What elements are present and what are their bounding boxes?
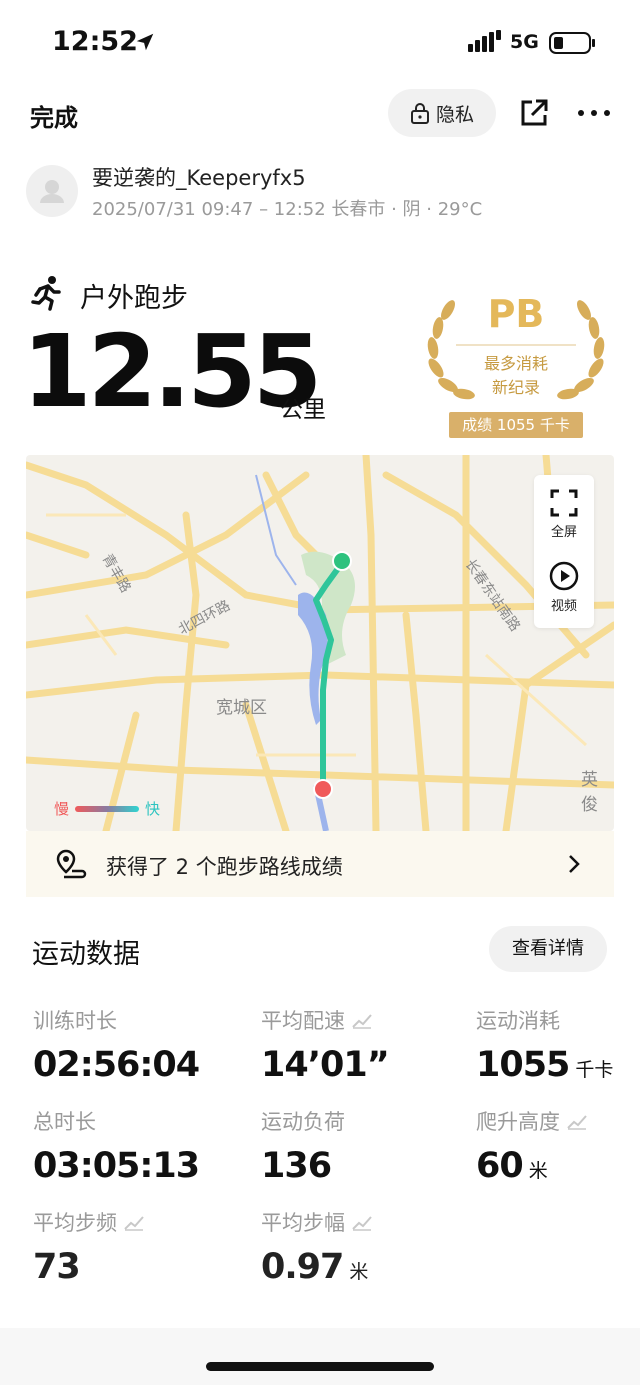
pb-record-type: 最多消耗 xyxy=(483,354,548,373)
network-type: 5G xyxy=(510,31,539,53)
stat-value: 14’01” xyxy=(261,1045,390,1085)
stat-average-stride[interactable]: 平均步幅 0.97 米 xyxy=(261,1207,373,1287)
map-label-district: 宽城区 xyxy=(216,698,267,718)
stat-value: 03:05:13 xyxy=(33,1146,200,1186)
route-pin-icon xyxy=(56,849,87,879)
lock-icon xyxy=(410,103,429,124)
route-achievement-banner[interactable]: 获得了 2 个跑步路线成绩 xyxy=(26,831,614,897)
trend-icon xyxy=(124,1216,144,1231)
pb-badge[interactable]: PB 最多消耗 新纪录 成绩 1055 千卡 xyxy=(418,290,614,440)
chevron-right-icon xyxy=(569,855,580,873)
status-bar: 12:52 5G xyxy=(0,0,640,86)
home-indicator[interactable] xyxy=(206,1362,434,1371)
next-section-peek xyxy=(0,1328,640,1385)
route-achievement-text: 获得了 2 个跑步路线成绩 xyxy=(106,855,343,879)
running-icon xyxy=(31,276,61,311)
stat-training-duration: 训练时长 02:56:04 xyxy=(33,1005,200,1085)
stat-label: 平均步频 xyxy=(33,1211,117,1235)
view-details-button[interactable]: 查看详情 xyxy=(489,926,607,972)
legend-slow: 慢 xyxy=(54,800,70,818)
play-icon xyxy=(549,561,579,591)
more-icon[interactable] xyxy=(576,103,612,123)
stat-value: 60 xyxy=(476,1146,524,1186)
stat-label: 平均配速 xyxy=(261,1009,345,1033)
fullscreen-button[interactable]: 全屏 xyxy=(534,489,594,540)
map-canvas xyxy=(26,455,614,831)
stat-elevation-gain[interactable]: 爬升高度 60 米 xyxy=(476,1106,588,1186)
section-title: 运动数据 xyxy=(32,939,140,970)
distance-value: 12.55 xyxy=(22,313,322,430)
pb-title: PB xyxy=(487,292,545,336)
stat-calories: 运动消耗 1055 千卡 xyxy=(476,1005,613,1085)
legend-fast: 快 xyxy=(145,800,161,818)
video-button[interactable]: 视频 xyxy=(534,561,594,614)
location-arrow-icon xyxy=(136,33,154,51)
stat-unit: 千卡 xyxy=(575,1059,614,1081)
stat-average-pace[interactable]: 平均配速 14’01” xyxy=(261,1005,390,1085)
video-label: 视频 xyxy=(550,599,577,614)
share-icon[interactable] xyxy=(519,98,549,128)
privacy-button[interactable]: 隐私 xyxy=(388,89,496,137)
avatar[interactable] xyxy=(26,165,78,217)
stat-average-cadence[interactable]: 平均步频 73 xyxy=(33,1207,145,1287)
stat-unit: 米 xyxy=(528,1160,548,1182)
stat-label: 爬升高度 xyxy=(476,1110,560,1134)
stat-label: 总时长 xyxy=(33,1110,96,1134)
sport-type: 户外跑步 xyxy=(80,283,188,314)
trend-icon xyxy=(352,1014,372,1029)
privacy-label: 隐私 xyxy=(435,103,474,126)
status-time: 12:52 xyxy=(52,26,138,57)
stat-label: 平均步幅 xyxy=(261,1211,345,1235)
map-controls: 全屏 视频 xyxy=(534,475,594,628)
trend-icon xyxy=(352,1216,372,1231)
stat-value: 0.97 xyxy=(261,1247,344,1287)
trend-icon xyxy=(567,1115,587,1130)
stat-training-load: 运动负荷 136 xyxy=(261,1106,345,1186)
route-map[interactable]: 宽城区 北四环路 青丰路 长春东站南路 英俊 全屏 视频 慢 快 xyxy=(26,455,614,831)
stat-total-duration: 总时长 03:05:13 xyxy=(33,1106,200,1186)
user-icon xyxy=(40,180,64,203)
activity-meta: 2025/07/31 09:47 – 12:52 长春市 · 阴 · 29°C xyxy=(92,199,483,220)
stat-label: 运动负荷 xyxy=(261,1110,345,1134)
stat-value: 1055 xyxy=(476,1045,570,1085)
signal-icon xyxy=(468,30,501,52)
map-label-area: 英俊 xyxy=(581,770,598,815)
stat-value: 02:56:04 xyxy=(33,1045,200,1085)
user-name[interactable]: 要逆袭的_Keeperyfx5 xyxy=(92,162,306,192)
battery-icon xyxy=(549,32,595,54)
legend-gradient xyxy=(75,805,140,812)
stat-value: 73 xyxy=(33,1247,81,1287)
fullscreen-label: 全屏 xyxy=(550,525,577,540)
stat-label: 运动消耗 xyxy=(476,1009,560,1033)
pb-record-label: 新纪录 xyxy=(491,378,540,397)
pb-result: 成绩 1055 千卡 xyxy=(449,412,583,438)
done-button[interactable]: 完成 xyxy=(30,98,78,133)
stat-unit: 米 xyxy=(349,1261,369,1283)
stat-label: 训练时长 xyxy=(33,1009,117,1033)
fullscreen-icon xyxy=(550,489,578,517)
pace-legend: 慢 快 xyxy=(54,798,160,819)
distance-unit: 公里 xyxy=(280,397,326,423)
stat-value: 136 xyxy=(261,1146,332,1186)
